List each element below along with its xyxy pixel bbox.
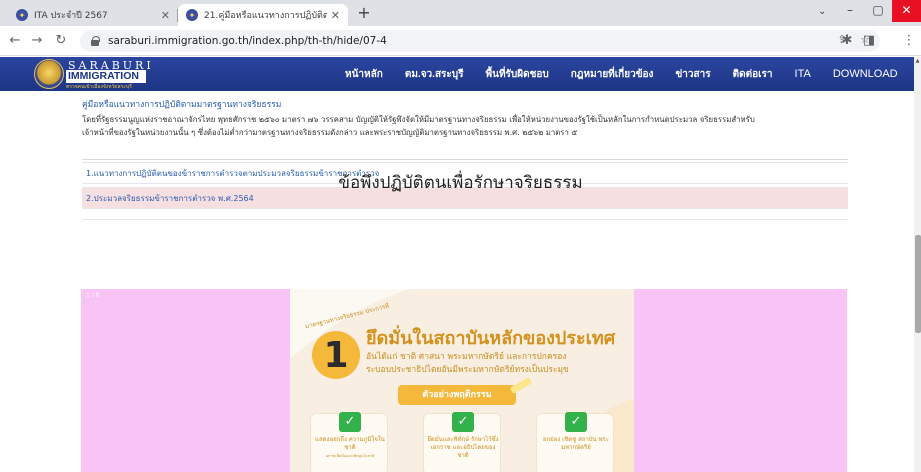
scroll-up-icon[interactable]: ▲ [914,57,921,66]
behavior-card: ✓ ยกย่อง เชิดชู สถาบัน พระมหากษัตริย์ [536,412,614,472]
nav-news[interactable]: ข่าวสาร [675,67,710,82]
poster-subtitle: ระบอบประชาธิปไตยอันมีพระมหากษัตริย์ทรงเป… [366,365,569,375]
behavior-card: ✓ แสดงออกถึง ความภูมิใจในชาติ เคารพ ยึดม… [310,412,388,472]
intro-paragraph: โดยที่รัฐธรรมนูญแห่งราชอาณาจักรไทย พุทธศ… [82,114,848,139]
url-text[interactable]: saraburi.immigration.go.th/index.php/th-… [108,35,387,47]
examples-label: ตัวอย่างพฤติกรรม [398,385,516,405]
nav-laws[interactable]: กฎหมายที่เกี่ยวข้อง [571,67,654,82]
card-subtext: เคารพ ยึดมั่นและเทิดทูนในชาติ [325,454,375,458]
address-bar[interactable]: saraburi.immigration.go.th/index.php/th-… [80,30,880,52]
site-header: SARABURI IMMIGRATION ตรวจคนเข้าเมืองจังห… [0,57,914,91]
forward-arrow-icon[interactable]: → [28,32,46,50]
close-tab-icon[interactable]: ✕ [161,9,170,22]
shield-favicon-icon: ✦ [186,9,198,21]
new-tab-button[interactable]: + [354,4,374,24]
browser-tab-ita[interactable]: ✦ ITA ประจำปี 2567 ✕ [8,4,178,26]
tab-title: ITA ประจำปี 2567 [34,11,108,21]
scroll-thumb[interactable] [915,235,921,333]
divider [82,219,848,220]
page-scrollbar[interactable]: ▲ [914,57,921,472]
nav-office[interactable]: ตม.จว.สระบุรี [405,67,464,82]
logo-sub-text: ตรวจคนเข้าเมืองจังหวัดสระบุรี [66,84,132,90]
ethics-poster: มาตรฐานทางจริยธรรม ประการที่ 1 ยึดมั่นใน… [290,289,634,472]
browser-toolbar: ← → ↻ saraburi.immigration.go.th/index.p… [0,26,921,56]
behavior-card: ✓ ยึดมั่นและพิทักษ์ รักษาไว้ซึ่งเอกราช แ… [423,412,501,472]
divider [82,159,848,160]
browser-tab-bar: ✦ ITA ประจำปี 2567 ✕ ✦ 21.คู่มือหรือแนวท… [0,0,921,26]
page-heading: ข้อพึงปฏิบัติตนเพื่อรักษาจริยธรรม [338,173,583,193]
nav-contact[interactable]: ติดต่อเรา [733,67,773,82]
police-emblem-icon[interactable] [34,59,64,89]
card-title: ยึดมั่นและพิทักษ์ รักษาไว้ซึ่งเอกราช และ… [427,436,499,459]
logo-main-text[interactable]: IMMIGRATION [66,70,146,83]
card-title: แสดงออกถึง ความภูมิใจในชาติ [315,436,385,451]
check-icon: ✓ [339,412,361,432]
close-window-icon[interactable]: ✕ [892,0,921,22]
nav-download[interactable]: DOWNLOAD [833,68,898,80]
page-counter: 1 / 8 [86,292,100,299]
nav-home[interactable]: หน้าหลัก [345,67,383,82]
tab-title: 21.คู่มือหรือแนวทางการปฏิบัติตามมาตรฐาน [204,11,327,21]
intro-line: โดยที่รัฐธรรมนูญแห่งราชอาณาจักรไทย พุทธศ… [82,115,755,124]
extensions-icon[interactable]: ✱ [838,32,856,50]
nav-ita[interactable]: ITA [795,68,811,80]
main-nav: หน้าหลัก ตม.จว.สระบุรี พื้นที่รับผิดชอบ … [345,57,920,91]
maximize-icon[interactable]: ▢ [864,0,892,22]
more-menu-icon[interactable]: ⋮ [900,32,918,50]
browser-tab-active[interactable]: ✦ 21.คู่มือหรือแนวทางการปฏิบัติตามมาตรฐา… [178,4,348,26]
intro-line: เจ้าหน้าที่ของรัฐในหน่วยงานนั้น ๆ ซึ่งต้… [82,127,578,137]
nav-area[interactable]: พื้นที่รับผิดชอบ [486,67,549,82]
sidepanel-icon[interactable]: ◨ [860,32,878,50]
check-icon: ✓ [452,412,474,432]
number-circle: 1 [312,331,360,379]
poster-title: ยึดมั่นในสถาบันหลักของประเทศ [366,328,616,349]
reload-icon[interactable]: ↻ [52,32,70,50]
card-title: ยกย่อง เชิดชู สถาบัน พระมหากษัตริย์ [543,436,609,451]
lock-icon[interactable] [90,36,100,46]
poster-subtitle: อันได้แก่ ชาติ ศาสนา พระมหากษัตริย์ และก… [366,352,567,362]
shield-favicon-icon: ✦ [16,9,28,21]
chevron-down-icon[interactable]: ⌄ [818,6,826,17]
section-title[interactable]: คู่มือหรือแนวทางการปฏิบัติตามมาตรฐานทางจ… [82,97,281,111]
check-icon: ✓ [565,412,587,432]
close-tab-icon[interactable]: ✕ [331,9,340,22]
minimize-icon[interactable]: – [836,0,864,22]
standard-number: 1 [323,334,349,376]
back-arrow-icon[interactable]: ← [6,32,24,50]
